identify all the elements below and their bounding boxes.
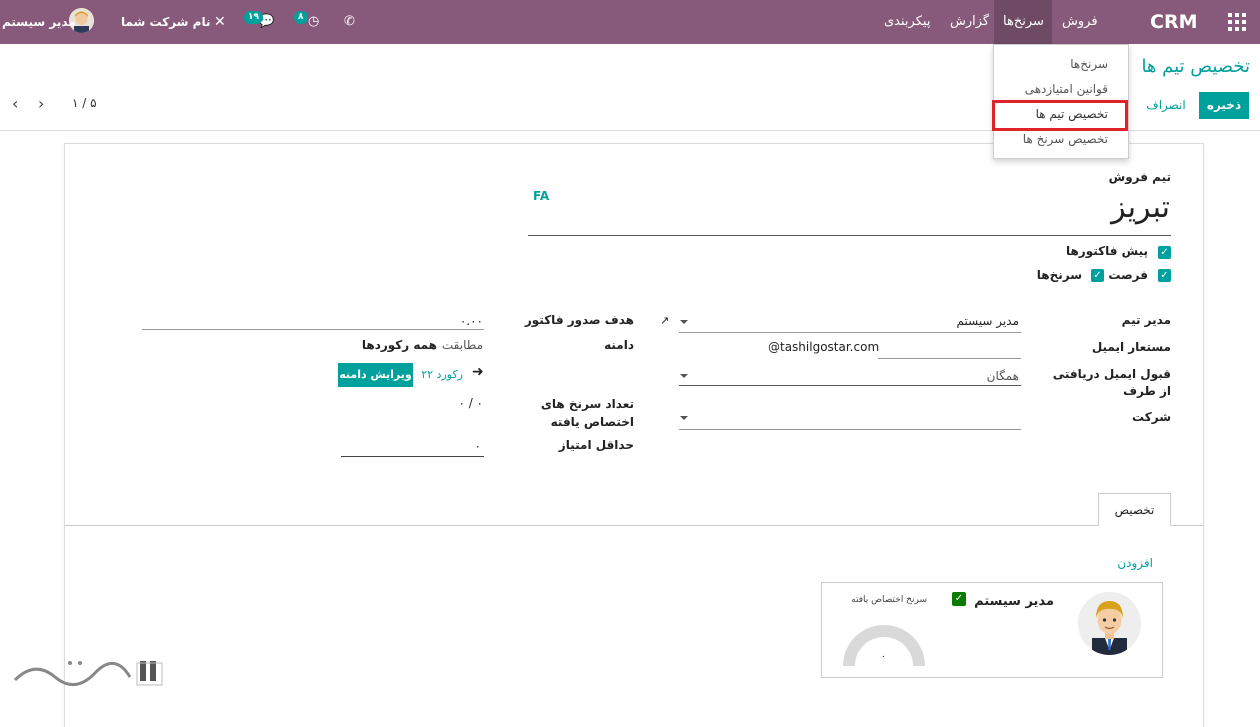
dropdown-item-lead-assignment[interactable]: تخصیص سرنخ ها [1023, 132, 1108, 146]
company-underline [679, 429, 1021, 430]
apps-menu-icon[interactable] [1228, 13, 1246, 31]
team-name-underline [528, 235, 1171, 236]
accept-emails-label: قبول ایمیل دریافتی از طرف [1052, 367, 1171, 398]
records-count-link[interactable]: ۲۲ رکورد [421, 368, 463, 381]
company-label: شرکت [1132, 410, 1171, 424]
quotations-label: پیش فاکتورها [1065, 244, 1148, 258]
min-score-value[interactable]: ۰ [475, 439, 481, 453]
dropdown-item-leads[interactable]: سرنخ‌ها [1070, 57, 1108, 71]
external-link-icon[interactable]: ↗ [660, 314, 669, 327]
invoice-target-underline [142, 329, 484, 330]
team-leader-underline [679, 332, 1021, 333]
member-active-checkbox[interactable]: ✓ [952, 592, 966, 606]
dropdown-item-scoring-rules[interactable]: قوانین امتیازدهی [1025, 82, 1108, 96]
team-leader-value[interactable]: مدیر سیستم [957, 314, 1020, 328]
company-switcher[interactable]: نام شرکت شما [121, 0, 210, 44]
discard-button[interactable]: انصراف [1140, 92, 1192, 119]
page-title: تخصیص تیم ها [1141, 56, 1250, 77]
member-name: مدیر سیستم [974, 594, 1054, 609]
accept-emails-underline [679, 385, 1021, 386]
menu-reporting[interactable]: گزارش [950, 0, 989, 44]
lang-code-button[interactable]: FA [533, 189, 549, 203]
add-member-link[interactable]: افزودن [1117, 556, 1153, 570]
assigned-leads-value: ۰ / ۰ [458, 396, 483, 410]
menu-configuration[interactable]: پیکربندی [884, 0, 930, 44]
pager-next-icon[interactable]: › [38, 94, 44, 113]
messages-badge: ۱۹ [244, 11, 263, 24]
phone-icon[interactable]: ✆ [344, 0, 355, 44]
menu-leads[interactable]: سرنخ‌ها [1003, 0, 1044, 44]
tab-assignment[interactable]: تخصیص [1098, 493, 1171, 526]
highlight-box [992, 100, 1128, 131]
pager-previous-icon[interactable]: ‹ [12, 94, 18, 113]
top-navbar: CRM فروش سرنخ‌ها گزارش پیکربندی مدیر سیس… [0, 0, 1260, 44]
notebook-divider [65, 525, 1203, 526]
user-name[interactable]: مدیر سیستم [2, 0, 76, 44]
save-button[interactable]: ذخیره [1199, 92, 1249, 119]
arrow-right-icon: ➜ [472, 364, 484, 380]
activities-badge: ۸ [294, 11, 308, 24]
domain-label: دامنه [604, 338, 634, 352]
debug-tools-icon[interactable]: ✕ [214, 0, 226, 44]
member-avatar [1078, 592, 1141, 655]
leads-label: سرنخ‌ها [1036, 268, 1082, 282]
assigned-leads-label: تعداد سرنخ های اختصاص یافته [540, 397, 634, 429]
accept-emails-value[interactable]: همگان [987, 369, 1019, 383]
opportunity-checkbox[interactable]: ✓ [1158, 269, 1171, 282]
company-caret-icon[interactable] [680, 416, 688, 420]
invoice-target-label: هدف صدور فاکتور [524, 313, 634, 327]
pager-value[interactable]: ۱ / ۵ [72, 96, 97, 110]
team-leader-label: مدیر تیم [1121, 313, 1171, 327]
min-score-label: حداقل امتیاز [558, 438, 634, 452]
watermark-logo [10, 655, 170, 702]
invoice-target-value[interactable]: ۰.۰۰ [460, 314, 483, 328]
quotations-checkbox[interactable]: ✓ [1158, 246, 1171, 259]
member-gauge-value: ۰ [881, 652, 886, 662]
leads-checkbox[interactable]: ✓ [1091, 269, 1104, 282]
domain-all-records: همه رکوردها [361, 338, 437, 352]
member-assigned-label: سرنخ اختصاص یافته [851, 595, 927, 605]
edit-domain-button[interactable]: ویرایش دامنه [338, 363, 413, 387]
team-leader-caret-icon[interactable] [680, 320, 688, 324]
email-alias-underline [878, 358, 1021, 359]
menu-sales[interactable]: فروش [1062, 0, 1098, 44]
app-name[interactable]: CRM [1150, 0, 1197, 44]
team-name-input[interactable]: تبریز [1111, 190, 1170, 225]
activities-icon[interactable]: ◷ [308, 0, 319, 44]
email-alias-label: مستعار ایمیل [1091, 340, 1171, 354]
email-alias-domain: @tashilgostar.com [768, 340, 880, 354]
opportunity-label: فرصت [1108, 268, 1148, 282]
min-score-underline [341, 456, 484, 457]
domain-prefix: مطابقت [441, 338, 483, 352]
team-label: تیم فروش [1108, 170, 1171, 184]
accept-emails-caret-icon[interactable] [680, 374, 688, 378]
